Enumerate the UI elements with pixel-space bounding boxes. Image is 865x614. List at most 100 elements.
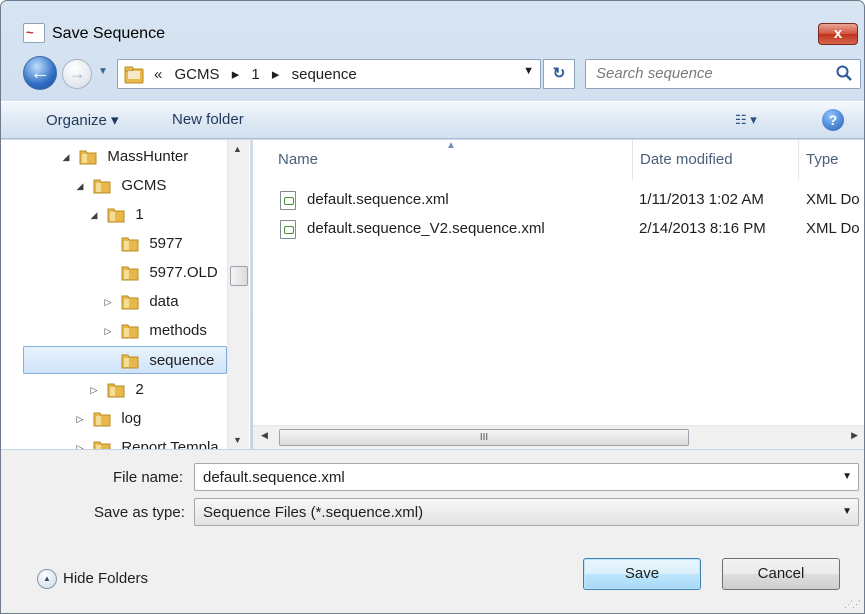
tree-item-label: 2 [135, 381, 144, 398]
tree-item-masshunter[interactable]: ◢ MassHunter [59, 143, 189, 171]
close-button[interactable]: x [818, 23, 858, 45]
cancel-button[interactable]: Cancel [722, 558, 840, 590]
scroll-down-icon[interactable]: ▼ [233, 435, 242, 445]
breadcrumb-overflow[interactable]: « [154, 66, 162, 83]
scrollbar-thumb[interactable] [230, 266, 248, 286]
folder-icon [93, 412, 111, 427]
collapsed-icon[interactable]: ▷ [73, 405, 87, 433]
navigation-pane-scrollbar[interactable]: ▲ ▼ [227, 140, 249, 449]
collapsed-icon[interactable]: ▷ [73, 434, 87, 449]
column-header-name[interactable]: ▲ Name [253, 140, 633, 180]
search-box[interactable] [585, 59, 861, 89]
file-name-label: File name: [113, 469, 184, 486]
tree-item-5977[interactable]: 5977 [101, 230, 183, 258]
collapsed-icon[interactable]: ▷ [101, 317, 115, 345]
tree-item-methods[interactable]: ▷ methods [101, 317, 207, 345]
breadcrumb-separator[interactable]: ▸ [232, 66, 240, 83]
column-header-label: Name [278, 151, 319, 168]
tree-item-log[interactable]: ▷ log [73, 405, 142, 433]
tree-item-label: 5977.OLD [149, 264, 218, 281]
file-name-field[interactable]: default.sequence.xml ▼ [194, 463, 859, 491]
window-title: Save Sequence [52, 25, 165, 42]
file-list-scrollbar[interactable]: ◀ III ▶ [253, 425, 864, 449]
tree-item-label: sequence [149, 352, 215, 369]
save-button[interactable]: Save [583, 558, 701, 590]
new-folder-button[interactable]: New folder [172, 111, 244, 128]
tree-item-gcms[interactable]: ◢ GCMS [73, 172, 167, 200]
expanded-icon[interactable]: ◢ [59, 143, 73, 171]
navigation-bar: ← → ▼ « GCMS ▸ 1 ▸ sequence ▼ ↻ [1, 53, 864, 95]
help-icon[interactable]: ? [822, 109, 844, 131]
title-bar: ~ Save Sequence x [1, 1, 864, 45]
file-name-value[interactable]: default.sequence.xml [203, 469, 345, 486]
folder-icon [121, 354, 139, 369]
scroll-up-icon[interactable]: ▲ [233, 144, 242, 154]
hide-folders-button[interactable]: ▲ Hide Folders [37, 569, 148, 589]
search-input[interactable] [596, 65, 826, 82]
address-dropdown-icon[interactable]: ▼ [523, 65, 534, 77]
breadcrumb-separator[interactable]: ▸ [272, 66, 280, 83]
refresh-button[interactable]: ↻ [543, 59, 575, 89]
scroll-left-icon[interactable]: ◀ [261, 430, 268, 441]
tree-item-label: GCMS [121, 177, 167, 194]
folder-icon [79, 150, 97, 165]
tree-item-label: MassHunter [107, 148, 189, 165]
column-header-type[interactable]: Type [799, 140, 864, 180]
tree-item-sequence[interactable]: sequence [23, 346, 227, 374]
back-button[interactable]: ← [23, 56, 57, 90]
tree-item-5977-old[interactable]: 5977.OLD [101, 259, 218, 287]
file-row[interactable]: default.sequence.xml 1/11/2013 1:02 AM X… [253, 186, 864, 214]
folder-icon [107, 208, 125, 223]
collapsed-icon[interactable]: ▷ [87, 376, 101, 404]
save-as-type-label: Save as type: [94, 504, 185, 521]
resize-grip-icon[interactable]: ⋰⋰ [844, 599, 861, 610]
history-dropdown-icon[interactable]: ▼ [98, 66, 108, 77]
folder-icon [121, 266, 139, 281]
xml-file-icon [280, 191, 296, 210]
folder-icon [121, 237, 139, 252]
file-type: XML Do [806, 220, 860, 237]
save-as-type-value: Sequence Files (*.sequence.xml) [203, 504, 424, 521]
file-list: ▲ Name Date modified Type default.sequen… [253, 140, 864, 449]
file-date: 1/11/2013 1:02 AM [639, 191, 764, 208]
save-sequence-dialog: ~ Save Sequence x ← → ▼ « GCMS ▸ 1 ▸ seq… [0, 0, 865, 614]
tree-item-label: 1 [135, 206, 144, 223]
breadcrumb-sequence[interactable]: sequence [292, 66, 357, 83]
file-name: default.sequence_V2.sequence.xml [307, 220, 545, 237]
expanded-icon[interactable]: ◢ [73, 172, 87, 200]
folder-icon [107, 383, 125, 398]
scroll-right-icon[interactable]: ▶ [851, 430, 858, 441]
tree-item-label: 5977 [149, 235, 183, 252]
tree-item-label: data [149, 293, 179, 310]
hide-folders-label: Hide Folders [63, 569, 149, 587]
tree-item-data[interactable]: ▷ data [101, 288, 179, 316]
tree-item-label: Report Templa [121, 439, 219, 449]
expanded-icon[interactable]: ◢ [87, 201, 101, 229]
chevron-down-icon[interactable]: ▼ [842, 471, 852, 482]
collapsed-icon[interactable]: ▷ [101, 288, 115, 316]
save-as-type-select[interactable]: Sequence Files (*.sequence.xml) ▼ [194, 498, 859, 526]
tree-item-1[interactable]: ◢ 1 [87, 201, 144, 229]
tree-item-2[interactable]: ▷ 2 [87, 376, 144, 404]
breadcrumb-1[interactable]: 1 [251, 66, 259, 83]
chevron-down-icon[interactable]: ▼ [842, 506, 852, 517]
dialog-footer: File name: default.sequence.xml ▼ Save a… [1, 450, 864, 613]
folder-icon [124, 66, 144, 84]
xml-file-icon [280, 220, 296, 239]
search-icon[interactable] [836, 65, 852, 81]
navigation-pane: ◢ MassHunter ◢ GCMS ◢ 1 5977 5977.OLD ▷ [1, 140, 251, 449]
app-icon: ~ [23, 23, 45, 43]
organize-menu[interactable]: Organize ▾ [46, 111, 119, 129]
scrollbar-thumb[interactable]: III [279, 429, 689, 446]
folder-icon [121, 324, 139, 339]
file-row[interactable]: default.sequence_V2.sequence.xml 2/14/20… [253, 215, 864, 243]
file-date: 2/14/2013 8:16 PM [639, 220, 766, 237]
change-view-icon[interactable]: ☷ ▾ [735, 112, 757, 128]
forward-button[interactable]: → [62, 59, 92, 89]
tree-item-report-templates[interactable]: ▷ Report Templa [73, 434, 219, 449]
column-header-date[interactable]: Date modified [633, 140, 799, 180]
breadcrumb-gcms[interactable]: GCMS [175, 66, 220, 83]
folder-icon [121, 295, 139, 310]
chevron-up-icon: ▲ [37, 569, 57, 589]
address-bar[interactable]: « GCMS ▸ 1 ▸ sequence ▼ [117, 59, 541, 89]
